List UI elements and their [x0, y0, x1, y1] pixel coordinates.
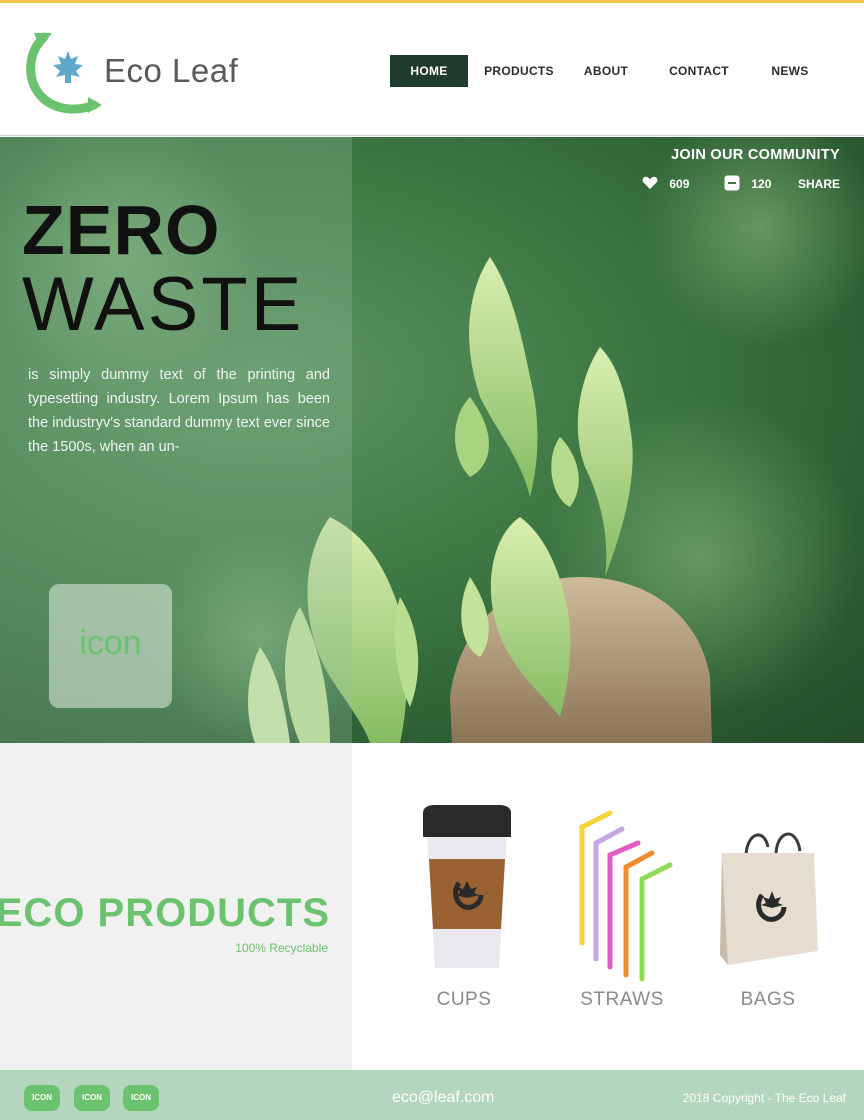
shopping-bag-icon	[720, 832, 818, 965]
nav-contact[interactable]: CONTACT	[662, 55, 736, 87]
leaf-arrow-icon[interactable]	[22, 29, 112, 115]
hero-description: is simply dummy text of the printing and…	[28, 367, 330, 455]
heart-icon	[642, 176, 658, 189]
products-subtitle: 100% Recyclable	[235, 941, 328, 955]
straws-icon	[579, 810, 673, 982]
nav-about[interactable]: ABOUT	[576, 55, 636, 87]
product-cups[interactable]: CUPS	[394, 743, 534, 1070]
nav-news[interactable]: NEWS	[762, 55, 818, 87]
product-straws-label: STRAWS	[580, 989, 664, 1010]
product-straws[interactable]: STRAWS	[552, 743, 692, 1070]
community-widget: JOIN OUR COMMUNITY 609 120 SHARE	[642, 147, 840, 191]
footer-icon-1[interactable]: ICON	[24, 1085, 60, 1111]
footer-icon-2[interactable]: ICON	[74, 1085, 110, 1111]
site-header: Eco Leaf HOME PRODUCTS ABOUT CONTACT NEW…	[0, 3, 864, 136]
coffee-cup-icon	[423, 805, 511, 968]
community-title[interactable]: JOIN OUR COMMUNITY	[671, 147, 840, 163]
brand-name[interactable]: Eco Leaf	[104, 52, 238, 90]
footer-icon-3[interactable]: ICON	[123, 1085, 159, 1111]
product-bags-label: BAGS	[740, 989, 796, 1010]
likes-stat[interactable]: 609	[642, 175, 689, 193]
share-link[interactable]: SHARE	[798, 175, 840, 193]
products-intro-panel: ECO PRODUCTS 100% Recyclable	[0, 743, 352, 1070]
comments-count: 120	[751, 177, 772, 191]
hero-icon-label: icon	[79, 624, 142, 662]
likes-count: 609	[669, 177, 690, 191]
hero-title-line2: WASTE	[22, 262, 305, 347]
community-stats: 609 120 SHARE	[640, 175, 840, 193]
hero-title-line1: ZERO	[22, 191, 221, 269]
hero-section: ZERO WASTE is simply dummy text of the p…	[0, 137, 864, 743]
footer-copyright: 2018 Copyright - The Eco Leaf	[682, 1091, 846, 1105]
hero-icon-placeholder[interactable]: icon	[49, 584, 172, 708]
nav-products[interactable]: PRODUCTS	[482, 55, 556, 87]
comments-stat[interactable]: 120	[724, 175, 771, 193]
product-bags[interactable]: BAGS	[698, 743, 838, 1070]
products-section: ECO PRODUCTS 100% Recyclable CUPS STRAWS	[0, 743, 864, 1070]
comment-icon	[724, 175, 740, 191]
product-cups-label: CUPS	[436, 989, 492, 1010]
site-footer: ICON ICON ICON eco@leaf.com 2018 Copyrig…	[0, 1070, 864, 1120]
footer-email-link[interactable]: eco@leaf.com	[392, 1089, 495, 1107]
nav-home[interactable]: HOME	[390, 55, 468, 87]
products-title: ECO PRODUCTS	[0, 891, 330, 935]
